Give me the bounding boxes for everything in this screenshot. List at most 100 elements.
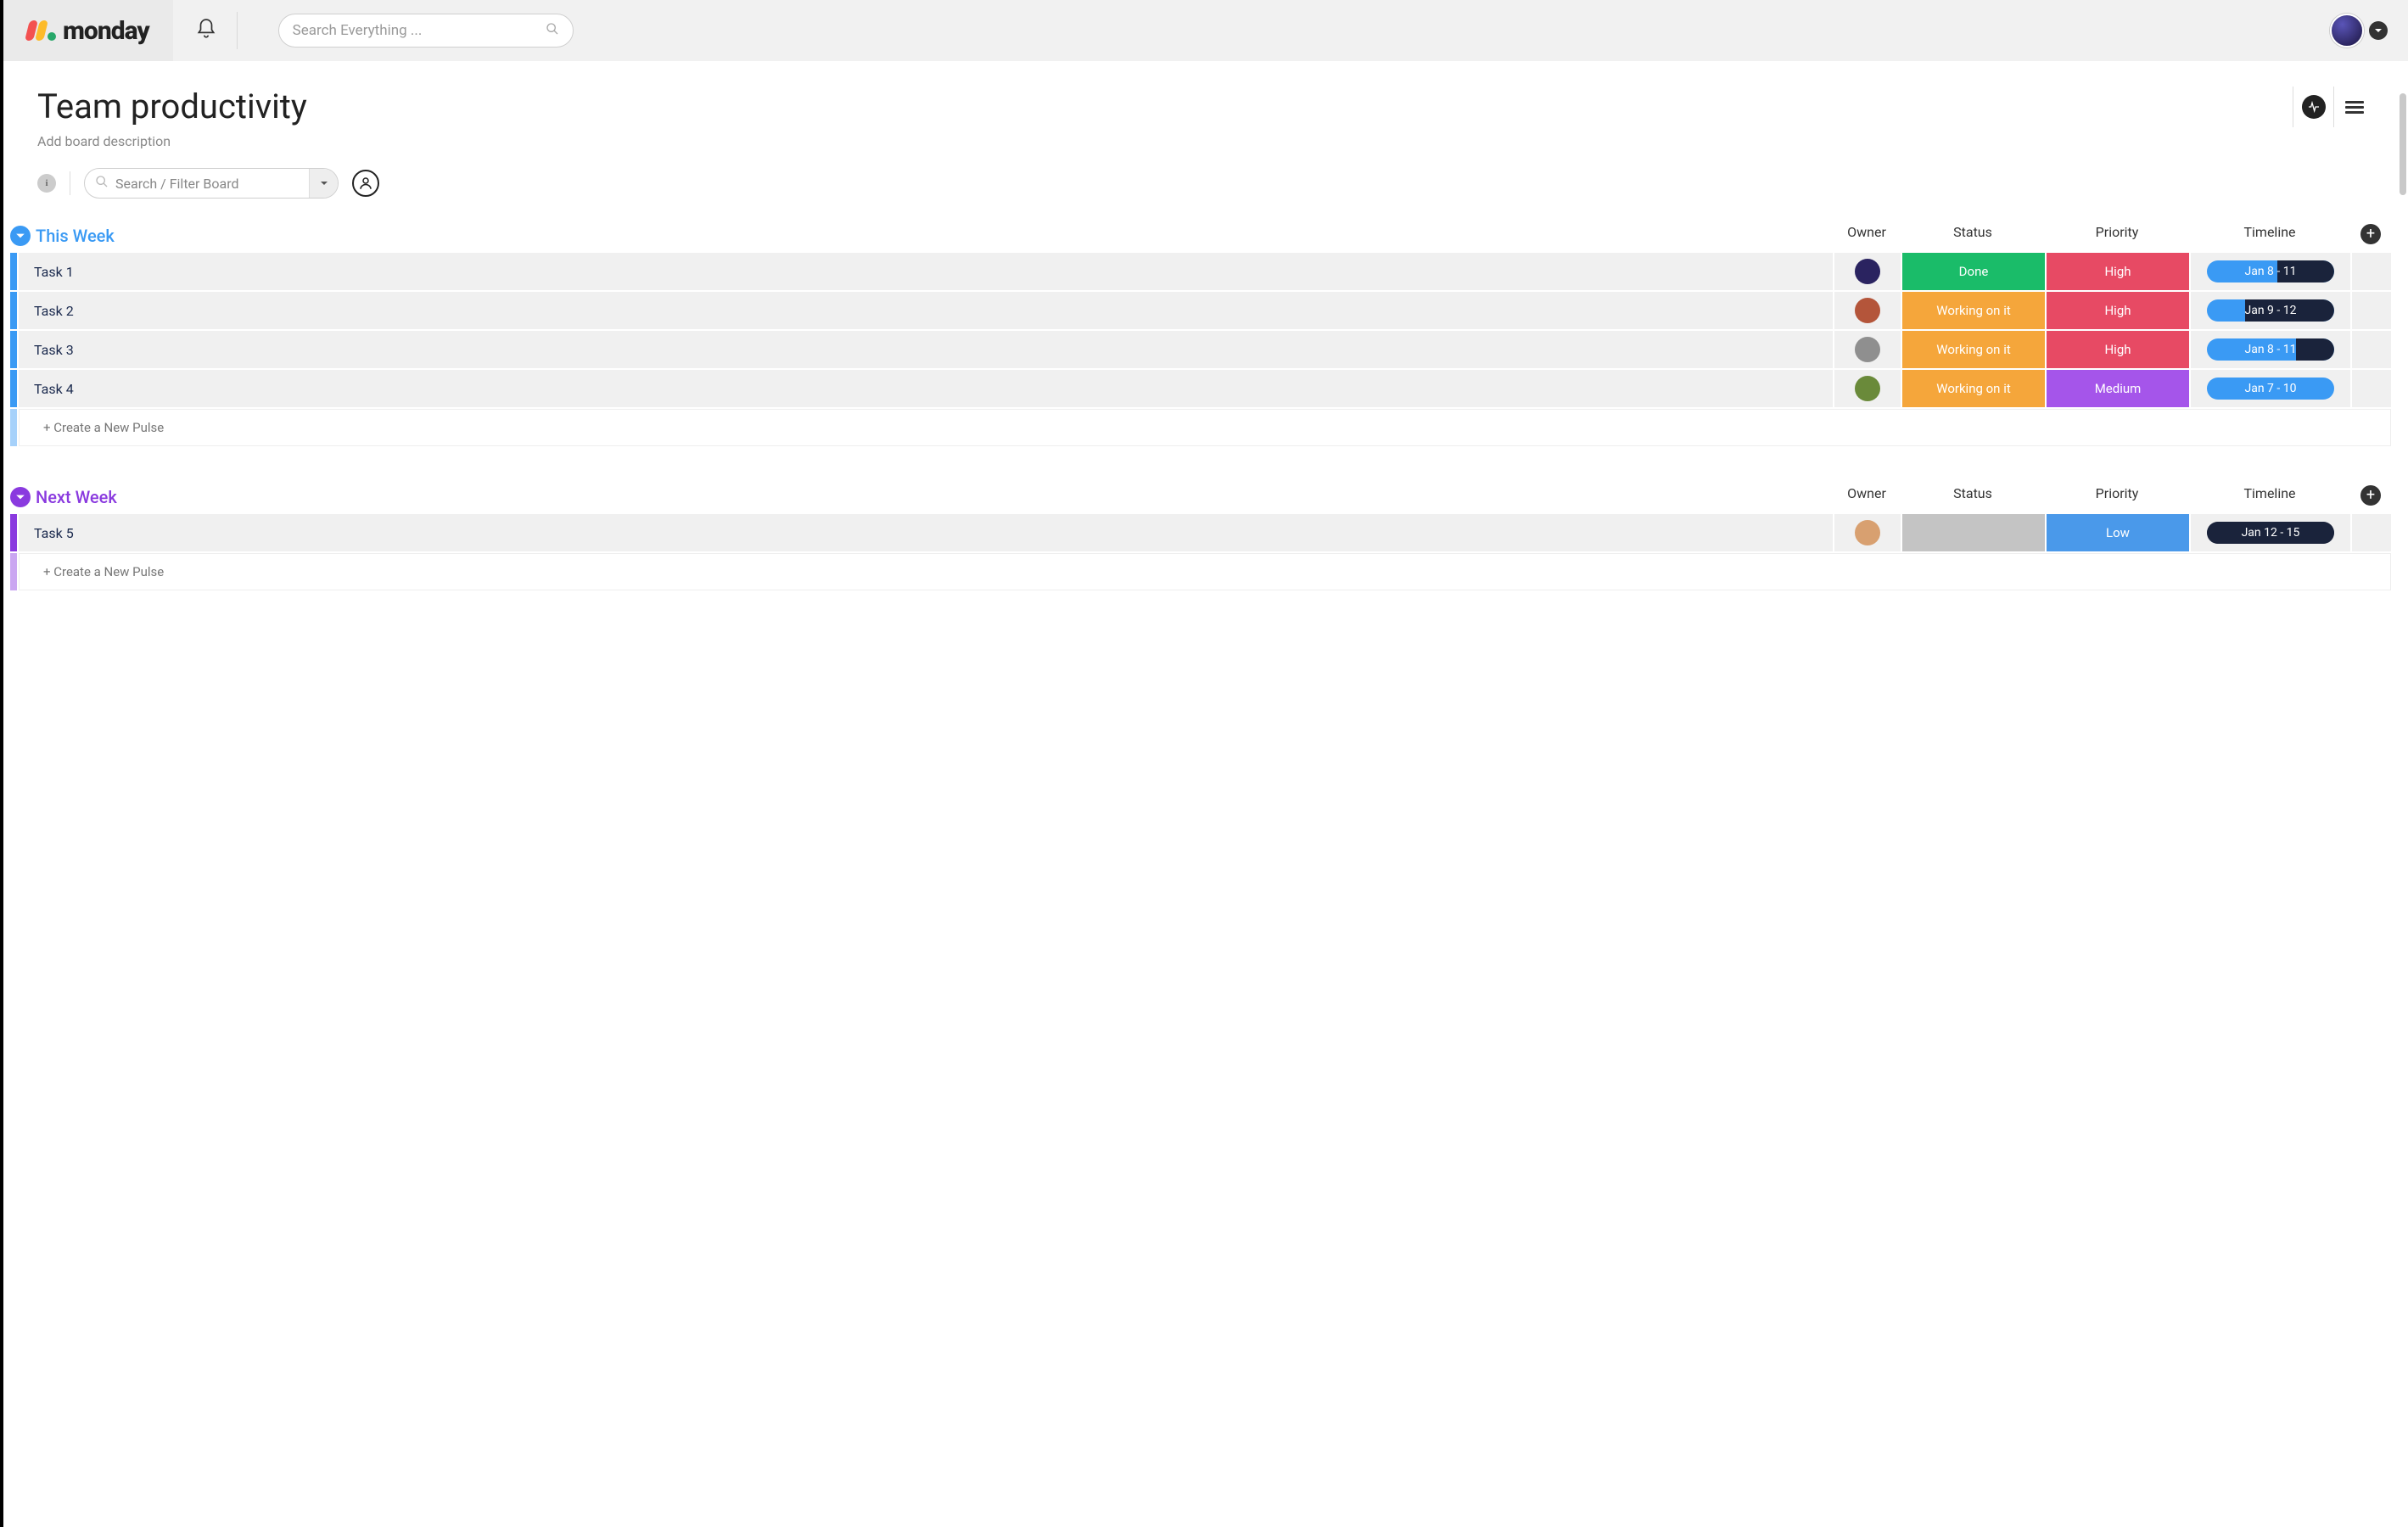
row-color-bar bbox=[10, 370, 17, 407]
row-color-bar bbox=[10, 409, 17, 446]
table-row[interactable]: Task 1 DoneHigh Jan 8 - 11 bbox=[10, 253, 2391, 290]
status-cell[interactable]: Working on it bbox=[1902, 370, 2045, 407]
bell-icon bbox=[195, 18, 217, 43]
chevron-down-icon bbox=[2374, 26, 2383, 35]
column-header-timeline[interactable]: Timeline bbox=[2189, 224, 2350, 248]
row-tail bbox=[2352, 331, 2391, 368]
timeline-label: Jan 9 - 12 bbox=[2245, 304, 2297, 317]
group-collapse-button[interactable] bbox=[10, 226, 31, 246]
timeline-label: Jan 8 - 11 bbox=[2245, 265, 2297, 278]
board-filter[interactable] bbox=[84, 168, 339, 199]
owner-cell[interactable] bbox=[1834, 514, 1901, 551]
task-name[interactable]: Task 3 bbox=[19, 331, 1833, 368]
timeline-cell[interactable]: Jan 7 - 10 bbox=[2191, 370, 2350, 407]
column-header-owner[interactable]: Owner bbox=[1833, 485, 1901, 509]
owner-cell[interactable] bbox=[1834, 253, 1901, 290]
priority-cell[interactable]: High bbox=[2047, 331, 2189, 368]
status-cell[interactable]: Done bbox=[1902, 253, 2045, 290]
group-title[interactable]: Next Week bbox=[36, 487, 117, 507]
owner-avatar bbox=[1855, 259, 1880, 284]
row-tail bbox=[2352, 253, 2391, 290]
timeline-cell[interactable]: Jan 8 - 11 bbox=[2191, 331, 2350, 368]
group-collapse-button[interactable] bbox=[10, 487, 31, 507]
owner-cell[interactable] bbox=[1834, 331, 1901, 368]
logo-icon bbox=[27, 20, 56, 41]
column-header-status[interactable]: Status bbox=[1901, 485, 2045, 509]
status-cell[interactable]: Working on it bbox=[1902, 331, 2045, 368]
group-next-week: Next Week OwnerStatusPriorityTimeline + Tas… bbox=[10, 480, 2391, 590]
priority-cell[interactable]: High bbox=[2047, 253, 2189, 290]
row-color-bar bbox=[10, 331, 17, 368]
owner-cell[interactable] bbox=[1834, 292, 1901, 329]
group-title[interactable]: This Week bbox=[36, 226, 115, 246]
timeline-label: Jan 12 - 15 bbox=[2242, 526, 2300, 540]
new-pulse-row[interactable]: + Create a New Pulse bbox=[10, 409, 2391, 446]
new-pulse-row[interactable]: + Create a New Pulse bbox=[10, 553, 2391, 590]
filter-dropdown-button[interactable] bbox=[309, 169, 338, 198]
chevron-down-icon bbox=[15, 231, 25, 241]
priority-cell[interactable]: Medium bbox=[2047, 370, 2189, 407]
activity-button[interactable] bbox=[2293, 87, 2333, 127]
owner-cell[interactable] bbox=[1834, 370, 1901, 407]
activity-icon bbox=[2302, 95, 2326, 119]
scrollbar[interactable] bbox=[2400, 93, 2406, 195]
table-row[interactable]: Task 3 Working on itHigh Jan 8 - 11 bbox=[10, 331, 2391, 368]
user-avatar[interactable] bbox=[2330, 14, 2364, 48]
priority-cell[interactable]: High bbox=[2047, 292, 2189, 329]
row-color-bar bbox=[10, 292, 17, 329]
board-menu-button[interactable] bbox=[2333, 87, 2374, 127]
global-search[interactable] bbox=[278, 14, 574, 48]
logo-text: monday bbox=[63, 16, 149, 46]
timeline-cell[interactable]: Jan 9 - 12 bbox=[2191, 292, 2350, 329]
search-icon bbox=[95, 175, 109, 192]
add-column-button[interactable]: + bbox=[2350, 485, 2391, 509]
column-header-priority[interactable]: Priority bbox=[2045, 485, 2189, 509]
table-row[interactable]: Task 4 Working on itMedium Jan 7 - 10 bbox=[10, 370, 2391, 407]
person-filter-button[interactable] bbox=[352, 170, 379, 197]
task-name[interactable]: Task 5 bbox=[19, 514, 1833, 551]
column-header-status[interactable]: Status bbox=[1901, 224, 2045, 248]
new-pulse-label[interactable]: + Create a New Pulse bbox=[19, 409, 2391, 446]
row-tail bbox=[2352, 292, 2391, 329]
board-title[interactable]: Team productivity bbox=[37, 87, 307, 126]
hamburger-icon bbox=[2345, 98, 2364, 116]
task-name[interactable]: Task 2 bbox=[19, 292, 1833, 329]
timeline-cell[interactable]: Jan 12 - 15 bbox=[2191, 514, 2350, 551]
board-info-button[interactable]: i bbox=[37, 174, 56, 193]
plus-icon: + bbox=[2360, 224, 2381, 244]
group-header: This Week OwnerStatusPriorityTimeline + bbox=[10, 219, 2391, 253]
person-icon bbox=[358, 176, 373, 191]
row-color-bar bbox=[10, 514, 17, 551]
owner-avatar bbox=[1855, 298, 1880, 323]
timeline-cell[interactable]: Jan 8 - 11 bbox=[2191, 253, 2350, 290]
user-menu-button[interactable] bbox=[2369, 21, 2388, 40]
timeline-label: Jan 8 - 11 bbox=[2245, 343, 2297, 356]
chevron-down-icon bbox=[15, 492, 25, 502]
column-header-owner[interactable]: Owner bbox=[1833, 224, 1901, 248]
table-row[interactable]: Task 2 Working on itHigh Jan 9 - 12 bbox=[10, 292, 2391, 329]
logo[interactable]: monday bbox=[3, 0, 173, 61]
row-color-bar bbox=[10, 253, 17, 290]
task-name[interactable]: Task 1 bbox=[19, 253, 1833, 290]
column-header-priority[interactable]: Priority bbox=[2045, 224, 2189, 248]
status-cell[interactable]: Working on it bbox=[1902, 292, 2045, 329]
owner-avatar bbox=[1855, 337, 1880, 362]
priority-cell[interactable]: Low bbox=[2047, 514, 2189, 551]
plus-icon: + bbox=[2360, 485, 2381, 506]
column-header-timeline[interactable]: Timeline bbox=[2189, 485, 2350, 509]
topbar: monday bbox=[3, 0, 2408, 61]
global-search-input[interactable] bbox=[293, 22, 546, 39]
task-name[interactable]: Task 4 bbox=[19, 370, 1833, 407]
board-content: This WeekOwnerStatusPriorityTimeline+Tas… bbox=[3, 219, 2408, 658]
row-tail bbox=[2352, 370, 2391, 407]
timeline-label: Jan 7 - 10 bbox=[2245, 382, 2297, 395]
status-cell[interactable] bbox=[1902, 514, 2045, 551]
notifications-button[interactable] bbox=[176, 12, 238, 49]
table-row[interactable]: Task 5 Low Jan 12 - 15 bbox=[10, 514, 2391, 551]
new-pulse-label[interactable]: + Create a New Pulse bbox=[19, 553, 2391, 590]
add-column-button[interactable]: + bbox=[2350, 224, 2391, 248]
board-filter-input[interactable] bbox=[115, 176, 309, 192]
board-description[interactable]: Add board description bbox=[37, 133, 307, 149]
board-header: Team productivity Add board description bbox=[3, 61, 2408, 158]
search-icon bbox=[546, 22, 559, 39]
